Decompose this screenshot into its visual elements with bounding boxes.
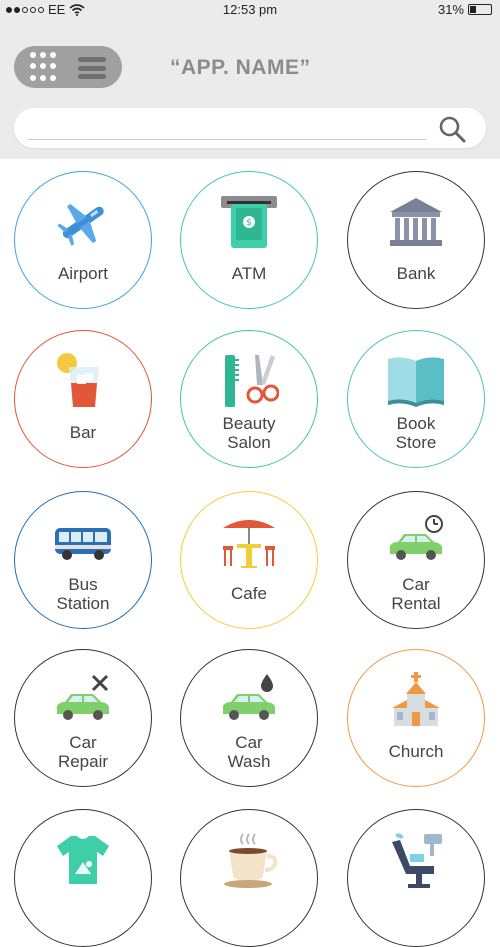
- grid-view-icon[interactable]: [30, 52, 60, 82]
- tshirt-icon: [51, 832, 115, 888]
- category-label: Book Store: [395, 414, 437, 452]
- car-clock-icon: [384, 514, 448, 570]
- dentist-chair-icon: [384, 832, 448, 888]
- category-label: Airport: [57, 264, 109, 283]
- view-toggle[interactable]: [14, 46, 122, 88]
- battery-icon: [468, 4, 492, 15]
- search-underline: [28, 139, 426, 140]
- list-view-icon[interactable]: [78, 57, 106, 79]
- status-bar: EE 12:53 pm 31%: [0, 0, 500, 20]
- search-input[interactable]: [34, 113, 438, 145]
- svg-text:$: $: [246, 218, 252, 228]
- category-label: Bank: [396, 264, 436, 283]
- bank-icon: [384, 194, 448, 250]
- bus-icon: [51, 514, 115, 570]
- battery-area: 31%: [438, 2, 492, 17]
- church-icon: [384, 672, 448, 728]
- category-label: ATM: [231, 264, 267, 283]
- category-label: Church: [388, 742, 444, 761]
- car-tools-icon: [51, 672, 115, 728]
- category-label: Car Wash: [227, 733, 271, 771]
- coffee-cup-icon: [217, 832, 281, 888]
- search-bar[interactable]: [14, 108, 486, 148]
- category-label: Bus Station: [56, 575, 110, 613]
- category-label: Bar: [69, 423, 97, 442]
- category-dentist[interactable]: [347, 809, 485, 947]
- category-label: Car Repair: [57, 733, 109, 771]
- category-atm[interactable]: $ ATM: [180, 171, 318, 309]
- clock: 12:53 pm: [222, 2, 278, 17]
- category-label: Car Rental: [391, 575, 441, 613]
- comb-scissors-icon: [217, 353, 281, 409]
- category-cafe[interactable]: Cafe: [180, 491, 318, 629]
- category-clothing[interactable]: [14, 809, 152, 947]
- category-bank[interactable]: Bank: [347, 171, 485, 309]
- airplane-icon: [51, 194, 115, 250]
- car-drop-icon: [217, 672, 281, 728]
- category-bus-station[interactable]: Bus Station: [14, 491, 152, 629]
- category-label: Beauty Salon: [222, 414, 276, 452]
- category-car-wash[interactable]: Car Wash: [180, 649, 318, 787]
- atm-icon: $: [217, 194, 281, 250]
- battery-percent: 31%: [437, 2, 464, 17]
- app-title: “APP. NAME”: [170, 56, 311, 79]
- category-book-store[interactable]: Book Store: [347, 330, 485, 468]
- category-car-repair[interactable]: Car Repair: [14, 649, 152, 787]
- cafe-table-icon: [217, 514, 281, 570]
- category-label: Cafe: [231, 584, 267, 603]
- category-coffee[interactable]: [180, 809, 318, 947]
- category-grid: Airport $ ATM Bank Bar Beauty Salon Book…: [0, 159, 500, 947]
- category-beauty-salon[interactable]: Beauty Salon: [180, 330, 318, 468]
- category-car-rental[interactable]: Car Rental: [347, 491, 485, 629]
- cocktail-icon: [51, 353, 115, 409]
- search-icon[interactable]: [438, 115, 466, 143]
- category-airport[interactable]: Airport: [14, 171, 152, 309]
- book-icon: [384, 353, 448, 409]
- app-header: “APP. NAME”: [0, 20, 500, 159]
- category-church[interactable]: Church: [347, 649, 485, 787]
- category-bar[interactable]: Bar: [14, 330, 152, 468]
